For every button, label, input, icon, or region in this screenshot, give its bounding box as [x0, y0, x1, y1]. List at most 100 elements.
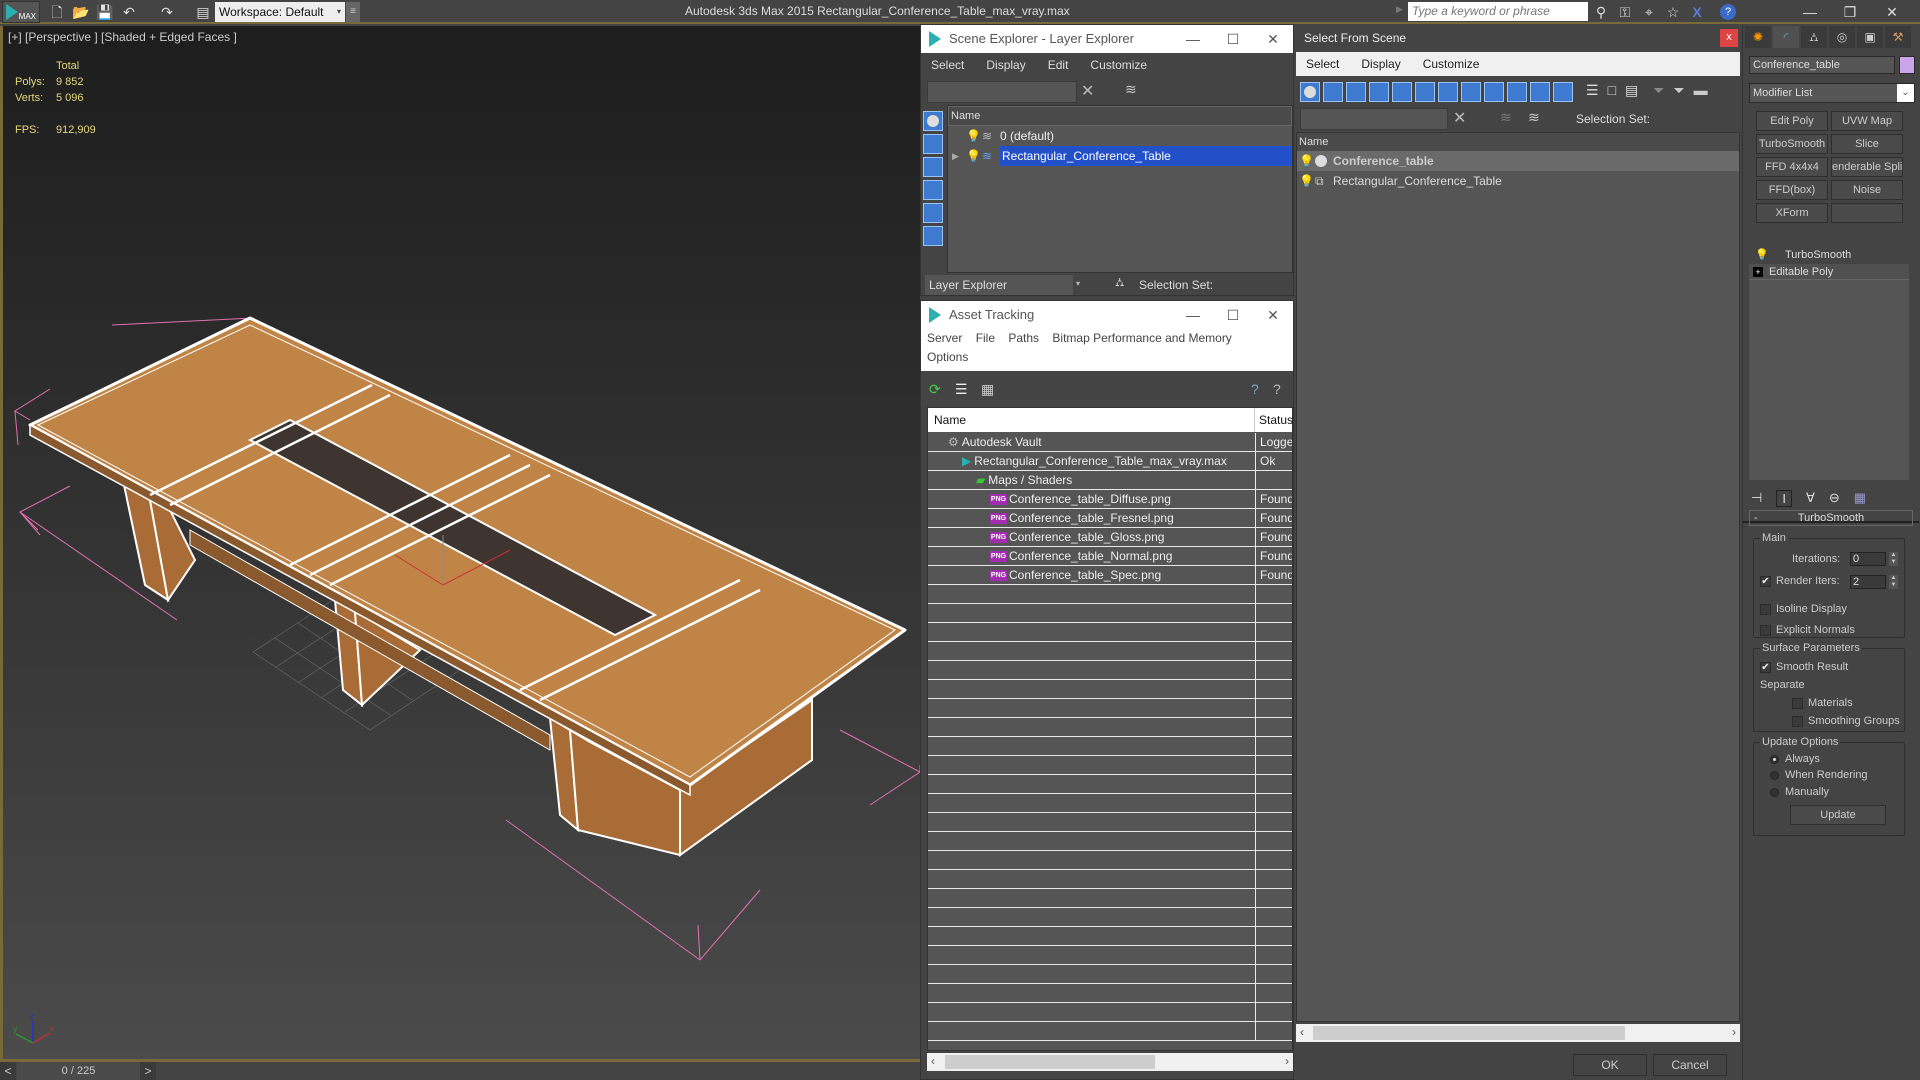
table-row[interactable] — [928, 832, 1292, 851]
modifier-button[interactable]: XForm — [1756, 203, 1828, 223]
modifier-button[interactable]: FFD 4x4x4 — [1756, 157, 1828, 177]
when-rendering-radio[interactable]: When Rendering — [1770, 769, 1868, 781]
layers-options-icon[interactable]: ≋ — [1125, 81, 1137, 98]
scroll-left-icon[interactable]: ‹ — [1300, 1025, 1304, 1039]
previous-frame-button[interactable]: < — [0, 1062, 16, 1080]
binoculars-icon[interactable]: ⚲ — [1592, 3, 1610, 21]
shapes-filter-icon[interactable] — [1323, 82, 1343, 102]
scene-explorer-search-input[interactable] — [927, 81, 1077, 103]
lights-filter-icon[interactable] — [1346, 82, 1366, 102]
minimize-button[interactable]: — — [1790, 2, 1830, 22]
light-bulb-icon[interactable]: 💡 — [1299, 151, 1314, 171]
table-row[interactable]: PNG Conference_table_Fresnel.png Found — [928, 509, 1292, 528]
scroll-right-icon[interactable]: › — [1285, 1054, 1289, 1068]
workspace-dropdown[interactable]: Workspace: Default ▾ — [215, 2, 345, 22]
light-bulb-icon[interactable]: 💡 — [966, 146, 981, 166]
close-button[interactable]: ✕ — [1253, 301, 1293, 329]
menu-paths[interactable]: Paths — [1008, 331, 1039, 345]
menu-customize[interactable]: Customize — [1423, 57, 1480, 71]
modifier-button[interactable] — [1831, 203, 1903, 223]
table-row[interactable]: PNG Conference_table_Diffuse.png Found — [928, 490, 1292, 509]
menu-server[interactable]: Server — [927, 331, 962, 345]
name-column-header[interactable]: Name — [934, 413, 966, 427]
menu-file[interactable]: File — [976, 331, 995, 345]
menu-options[interactable]: Options — [927, 350, 968, 364]
table-row[interactable]: PNG Conference_table_Gloss.png Found — [928, 528, 1292, 547]
horizontal-scrollbar[interactable]: ‹ › — [927, 1053, 1293, 1071]
object-row[interactable]: 💡 ⧉ Rectangular_Conference_Table — [1297, 171, 1739, 191]
turbosmooth-rollout-header[interactable]: - TurboSmooth — [1749, 510, 1913, 526]
list-view-icon[interactable]: ☰ — [955, 381, 968, 398]
table-row[interactable]: ▶ Rectangular_Conference_Table_max_vray.m… — [928, 452, 1292, 471]
display-all-icon[interactable]: ☰ — [1586, 82, 1599, 102]
table-row[interactable] — [928, 775, 1292, 794]
light-bulb-icon[interactable]: 💡 — [966, 126, 981, 146]
modify-tab-icon[interactable]: ◜ — [1773, 26, 1799, 48]
object-name-field[interactable]: Conference_table — [1749, 56, 1895, 74]
frozen-filter-icon[interactable] — [1530, 82, 1550, 102]
table-row[interactable] — [928, 699, 1292, 718]
layer-row[interactable]: 💡 ≋ 0 (default) — [948, 126, 1292, 146]
modifier-button[interactable]: Edit Poly — [1756, 111, 1828, 131]
cameras-filter-icon[interactable] — [1369, 82, 1389, 102]
modifier-button[interactable]: enderable Splin — [1831, 157, 1903, 177]
containers-filter-icon[interactable] — [1507, 82, 1527, 102]
modifier-button[interactable]: TurboSmooth — [1756, 134, 1828, 154]
cameras-filter-icon[interactable] — [923, 180, 943, 200]
modifier-list-dropdown[interactable]: Modifier List ⌄ — [1749, 83, 1915, 103]
refresh-icon[interactable]: ⟳ — [929, 381, 941, 398]
iterations-spin-arrows[interactable]: ▲ ▼ — [1889, 552, 1898, 566]
scrollbar-thumb[interactable] — [945, 1055, 1155, 1069]
smoothing-groups-checkbox[interactable]: Smoothing Groups — [1792, 715, 1900, 727]
table-row[interactable] — [928, 585, 1292, 604]
table-row[interactable] — [928, 946, 1292, 965]
close-button[interactable]: ✕ — [1872, 2, 1912, 22]
filter-funnel-icon[interactable]: ⏷ — [1653, 82, 1664, 102]
clear-search-icon[interactable]: ✕ — [1081, 81, 1094, 101]
sort-by-hierarchy-icon[interactable]: ⛼ — [1115, 275, 1124, 291]
restore-button[interactable]: ❐ — [1830, 2, 1870, 22]
always-radio[interactable]: Always — [1770, 753, 1820, 765]
new-file-icon[interactable]: 🗋 — [48, 3, 66, 21]
geometry-filter-icon[interactable] — [1300, 82, 1320, 102]
next-frame-button[interactable]: > — [140, 1062, 156, 1080]
modifier-button[interactable]: Slice — [1831, 134, 1903, 154]
iterations-spinner[interactable]: 0 — [1850, 552, 1886, 566]
hierarchy-tab-icon[interactable]: ⛼ — [1801, 26, 1827, 48]
materials-checkbox[interactable]: Materials — [1792, 697, 1853, 709]
close-button[interactable]: ✕ — [1253, 25, 1293, 53]
star-icon[interactable]: ☆ — [1664, 3, 1682, 21]
table-row[interactable] — [928, 813, 1292, 832]
menu-select[interactable]: Select — [1306, 57, 1339, 71]
menu-display[interactable]: Display — [1361, 57, 1400, 71]
expand-arrow-icon[interactable]: ▶ — [952, 146, 959, 166]
modifier-button[interactable]: UVW Map — [1831, 111, 1903, 131]
invert-display-icon[interactable]: ▤ — [1625, 82, 1638, 102]
hidden-filter-icon[interactable] — [1553, 82, 1573, 102]
filter-options-icon[interactable]: ⏷ — [1673, 82, 1684, 102]
modifier-button[interactable]: FFD(box) — [1756, 180, 1828, 200]
render-iters-spinner[interactable]: 2 — [1850, 575, 1886, 589]
redo-icon[interactable]: ↷ — [158, 3, 176, 21]
app-menu-button[interactable]: MAX — [2, 1, 40, 23]
light-bulb-icon[interactable]: 💡 — [1755, 246, 1769, 264]
table-row[interactable] — [928, 984, 1292, 1003]
pin-stack-icon[interactable]: ⊣ — [1751, 490, 1762, 507]
table-row[interactable] — [928, 756, 1292, 775]
ok-button[interactable]: OK — [1573, 1054, 1647, 1076]
menu-select[interactable]: Select — [931, 58, 964, 72]
table-row[interactable]: PNG Conference_table_Normal.png Found — [928, 547, 1292, 566]
table-row[interactable] — [928, 1022, 1292, 1041]
table-row[interactable] — [928, 1003, 1292, 1022]
horizontal-scrollbar[interactable]: ‹ › — [1296, 1024, 1740, 1042]
create-tab-icon[interactable]: ✺ — [1745, 26, 1771, 48]
exchange-icon[interactable]: X — [1688, 3, 1706, 21]
menu-bitmap-performance[interactable]: Bitmap Performance and Memory — [1052, 331, 1231, 345]
manually-radio[interactable]: Manually — [1770, 786, 1829, 798]
table-row[interactable] — [928, 680, 1292, 699]
help-icon[interactable]: ? — [1720, 4, 1736, 20]
maximize-button[interactable]: ☐ — [1213, 301, 1253, 329]
spacewarps-filter-icon[interactable] — [1415, 82, 1435, 102]
sort-by-layers-icon[interactable]: ≋ — [1528, 109, 1540, 126]
isoline-display-checkbox[interactable]: Isoline Display — [1760, 603, 1847, 615]
